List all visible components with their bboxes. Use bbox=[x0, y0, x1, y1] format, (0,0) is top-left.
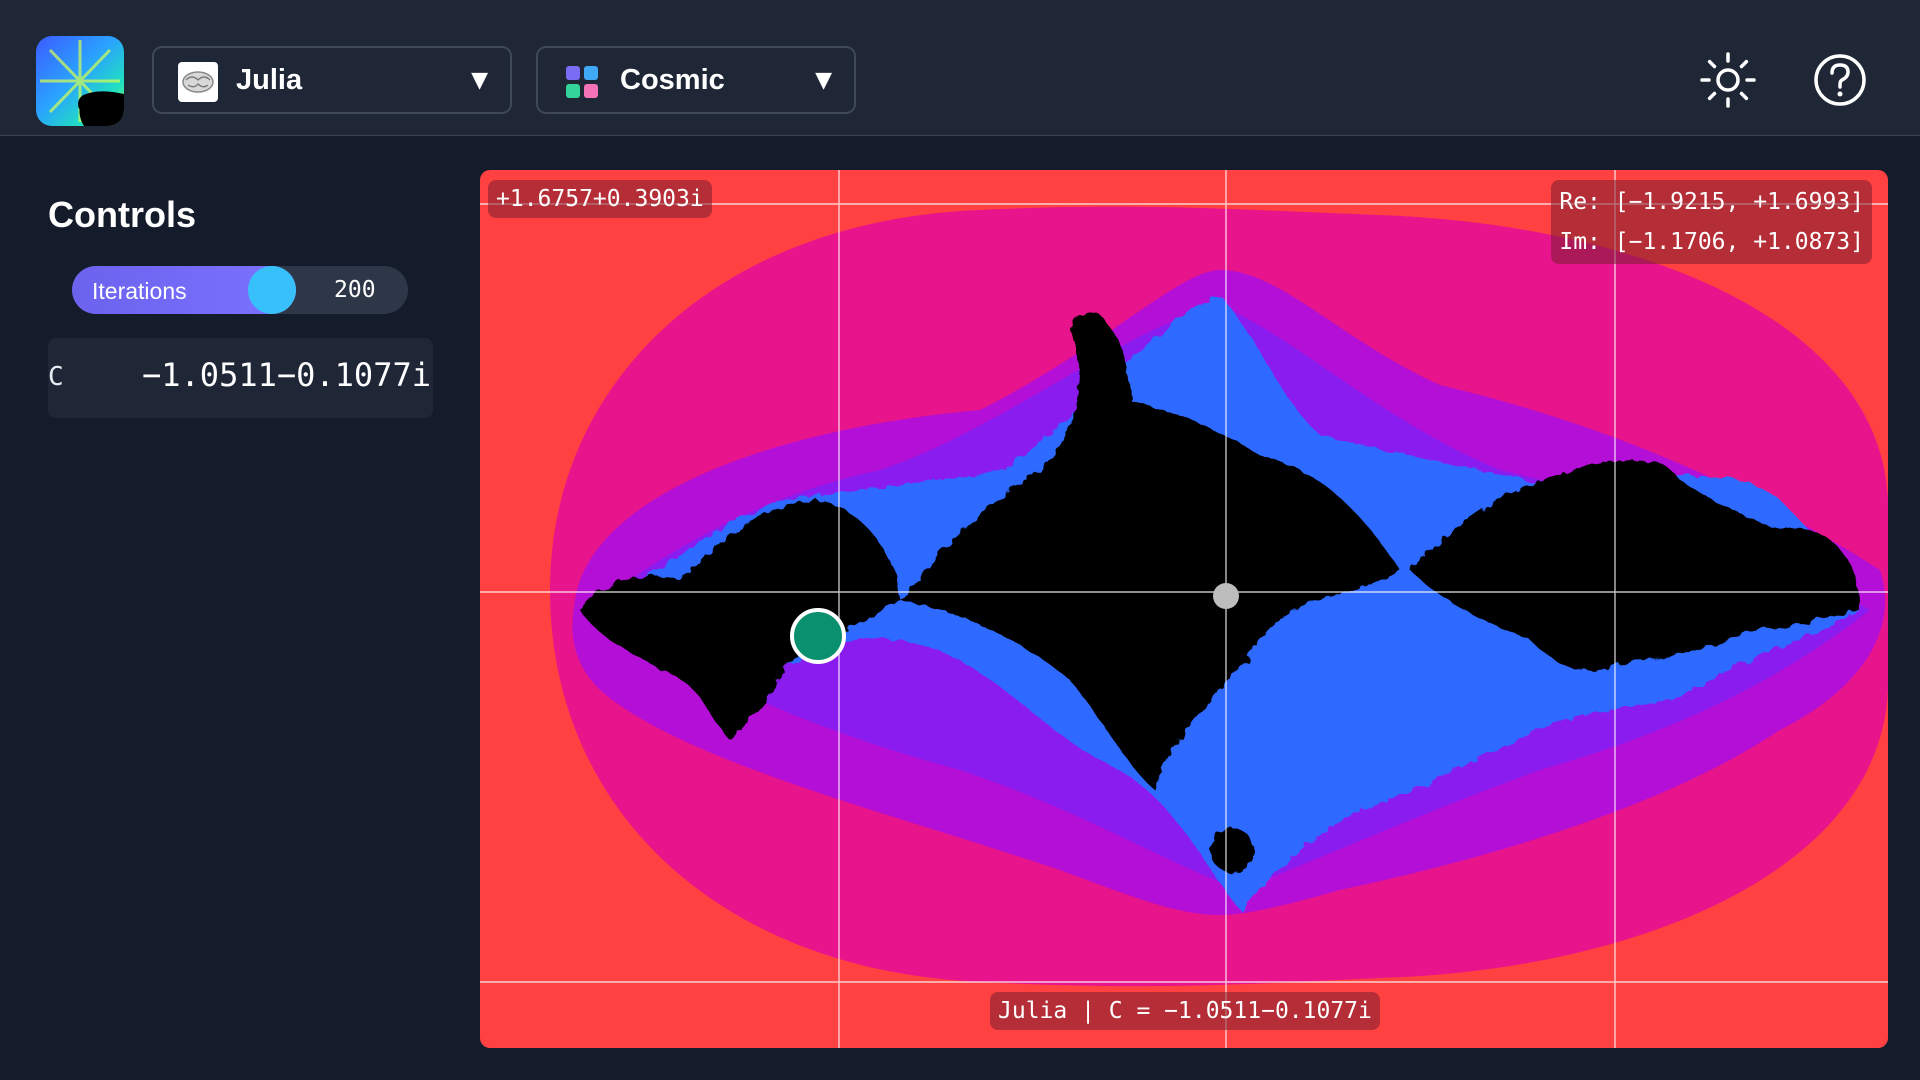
fractal-type-dropdown[interactable]: Julia ▼ bbox=[152, 46, 512, 114]
c-parameter-field[interactable]: C −1.0511−0.1077i bbox=[48, 338, 433, 418]
iterations-value: 200 bbox=[334, 277, 376, 303]
iterations-slider-thumb[interactable] bbox=[248, 266, 296, 314]
sun-icon bbox=[1700, 52, 1756, 108]
iterations-slider[interactable]: Iterations 200 bbox=[72, 266, 408, 314]
color-palette-label: Cosmic bbox=[620, 64, 725, 96]
theme-toggle-button[interactable] bbox=[1698, 50, 1758, 110]
cursor-coordinate: +1.6757+0.3903i bbox=[488, 180, 712, 218]
top-bar: Julia ▼ Cosmic ▼ bbox=[0, 0, 1920, 136]
fractal-type-label: Julia bbox=[236, 64, 303, 96]
c-parameter-label: C bbox=[48, 362, 64, 392]
fractal-caption: Julia | C = −1.0511−0.1077i bbox=[990, 992, 1380, 1030]
iterations-label: Iterations bbox=[92, 278, 187, 304]
real-range: Re: [−1.9215, +1.6993] bbox=[1559, 189, 1864, 215]
imag-range: Im: [−1.1706, +1.0873] bbox=[1559, 229, 1864, 255]
fractal-render bbox=[480, 170, 1888, 1048]
app-logo bbox=[36, 36, 124, 126]
palette-grid-icon bbox=[566, 66, 598, 98]
fractal-canvas[interactable]: +1.6757+0.3903i Re: [−1.9215, +1.6993] Im… bbox=[480, 170, 1888, 1048]
controls-heading: Controls bbox=[48, 194, 196, 235]
chevron-down-icon: ▼ bbox=[815, 68, 832, 93]
help-button[interactable] bbox=[1810, 50, 1870, 110]
question-circle-icon bbox=[1814, 54, 1866, 106]
c-parameter-marker[interactable] bbox=[790, 608, 846, 664]
c-parameter-value[interactable]: −1.0511−0.1077i bbox=[142, 356, 431, 394]
origin-point bbox=[1213, 583, 1239, 609]
color-palette-dropdown[interactable]: Cosmic ▼ bbox=[536, 46, 856, 114]
brain-icon bbox=[178, 62, 218, 102]
view-range: Re: [−1.9215, +1.6993] Im: [−1.1706, +1.0… bbox=[1551, 180, 1872, 264]
chevron-down-icon: ▼ bbox=[471, 68, 488, 93]
